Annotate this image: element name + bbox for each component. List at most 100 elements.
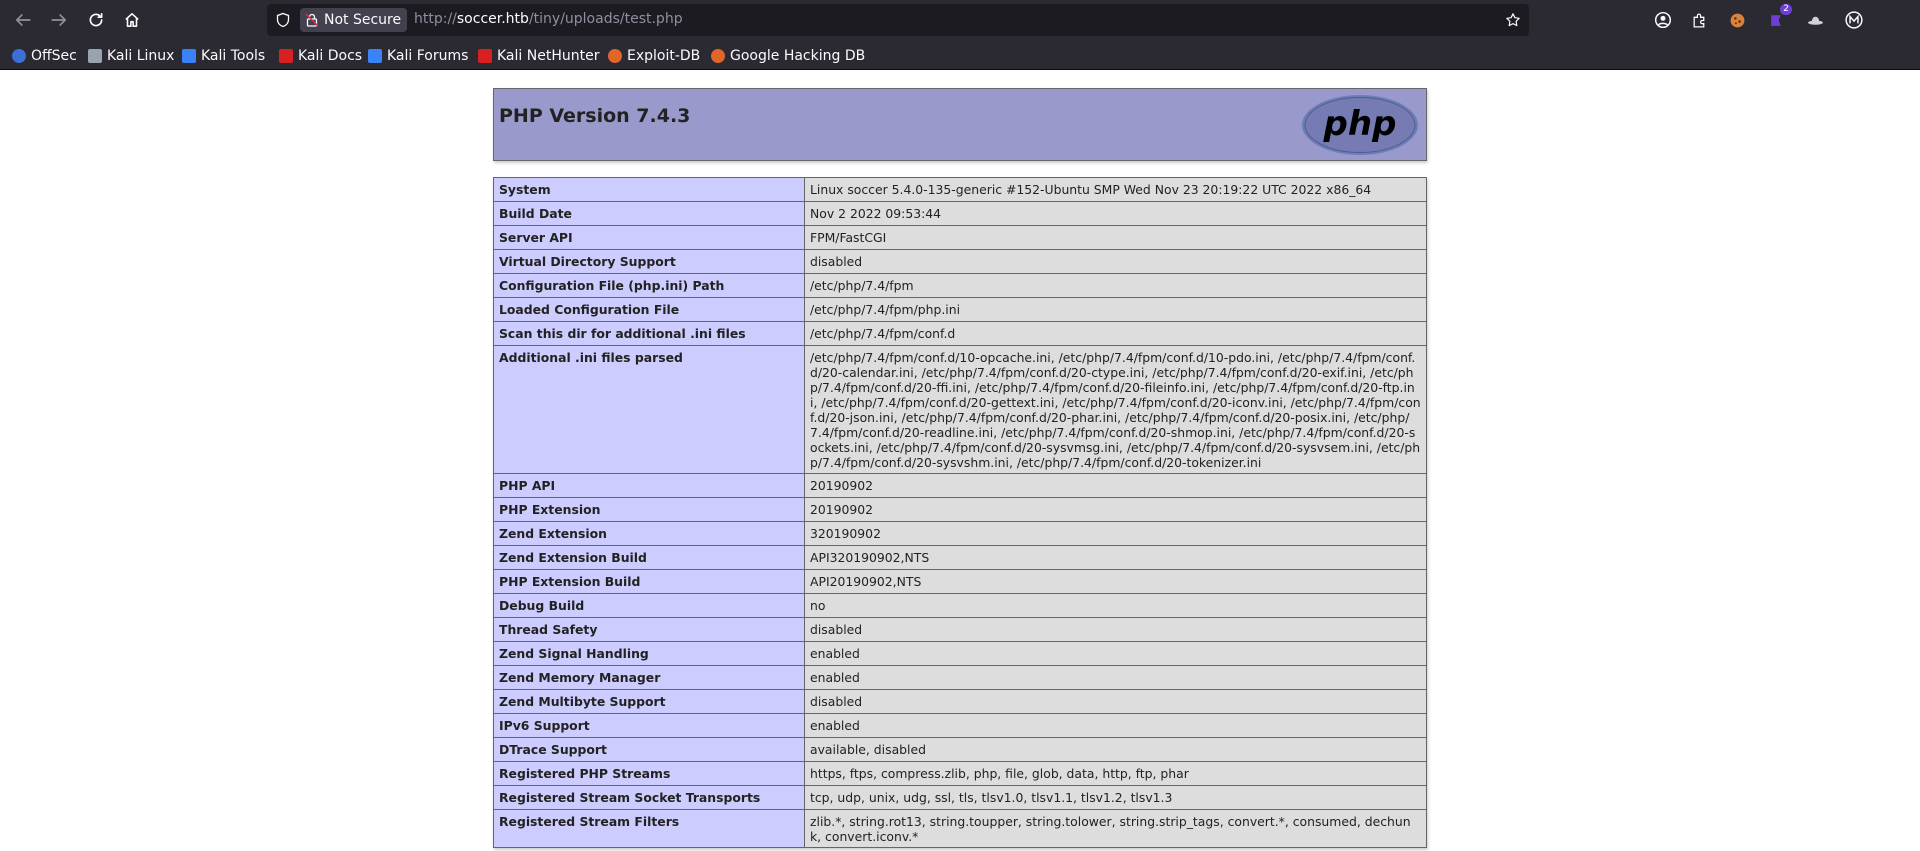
kali-nethunter-icon (478, 48, 492, 63)
page-content: PHP Version 7.4.3 php System Linux soccer… (0, 71, 1920, 851)
php-logo[interactable]: php (1300, 93, 1420, 157)
table-row: Zend Extension Build API320190902,NTS (493, 545, 1427, 570)
directive-value: /etc/php/7.4/fpm/conf.d (804, 321, 1427, 346)
table-row: Zend Multibyte Support disabled (493, 689, 1427, 714)
directive-value: 320190902 (804, 521, 1427, 546)
table-row: Build Date Nov 2 2022 09:53:44 (493, 201, 1427, 226)
table-row: Thread Safety disabled (493, 617, 1427, 642)
directive-name: Zend Extension (493, 521, 805, 546)
hat-extension-icon[interactable] (1805, 10, 1825, 30)
bookmark-kali-linux[interactable]: Kali Linux (88, 46, 174, 65)
arrow-left-icon (15, 14, 31, 26)
tracking-protection-shield-icon[interactable] (275, 12, 291, 28)
table-row: IPv6 Support enabled (493, 713, 1427, 738)
directive-value: enabled (804, 713, 1427, 738)
bookmark-exploit-db[interactable]: Exploit-DB (608, 46, 700, 65)
bookmark-offsec[interactable]: OffSec (12, 46, 77, 65)
bookmark-label: Exploit-DB (627, 47, 701, 64)
google-hacking-db-icon (711, 48, 725, 63)
directive-name: Build Date (493, 201, 805, 226)
table-row: Zend Extension 320190902 (493, 521, 1427, 546)
lock-insecure-icon (305, 13, 319, 27)
bookmark-kali-tools[interactable]: Kali Tools (182, 46, 265, 65)
table-row: Loaded Configuration File/etc/php/7.4/fp… (493, 297, 1427, 322)
directive-value: tcp, udp, unix, udg, ssl, tls, tlsv1.0, … (804, 785, 1427, 810)
table-row: PHP Extension 20190902 (493, 497, 1427, 522)
directive-value: /etc/php/7.4/fpm/php.ini (804, 297, 1427, 322)
bookmark-label: Google Hacking DB (730, 47, 866, 64)
bookmark-google-hacking-db[interactable]: Google Hacking DB (711, 46, 865, 65)
directive-name: System (493, 177, 805, 202)
php-logo-text: php (1323, 104, 1397, 144)
directive-value: enabled (804, 665, 1427, 690)
home-icon (125, 13, 139, 27)
bookmark-kali-forums[interactable]: Kali Forums (368, 46, 468, 65)
bookmark-label: Kali Tools (201, 47, 266, 64)
extensions-puzzle-icon[interactable] (1689, 10, 1709, 30)
extension-badge: 2 (1780, 4, 1792, 15)
directive-name: IPv6 Support (493, 713, 805, 738)
directive-value: Linux soccer 5.4.0-135-generic #152-Ubun… (804, 177, 1427, 202)
table-row: PHP API 20190902 (493, 473, 1427, 498)
bookmark-star-icon[interactable] (1505, 12, 1521, 28)
security-indicator[interactable]: Not Secure (300, 8, 408, 32)
directive-value: https, ftps, compress.zlib, php, file, g… (804, 761, 1427, 786)
directive-name: Zend Multibyte Support (493, 689, 805, 714)
url-text[interactable]: http://soccer.htb/tiny/uploads/test.php (414, 11, 683, 27)
directive-name: Scan this dir for additional .ini files (493, 321, 805, 346)
directive-value: /etc/php/7.4/fpm (804, 273, 1427, 298)
exploit-db-icon (608, 48, 622, 63)
table-row: Configuration File (php.ini) Path/etc/ph… (493, 273, 1427, 298)
directive-value: 20190902 (804, 497, 1427, 522)
bookmark-label: Kali Forums (387, 47, 469, 64)
directive-value: disabled (804, 617, 1427, 642)
bookmark-label: Kali Docs (298, 47, 363, 64)
bookmarks-toolbar: OffSec Kali Linux Kali Tools Kali Docs K… (0, 41, 1920, 70)
directive-value: 20190902 (804, 473, 1427, 498)
directive-value: available, disabled (804, 737, 1427, 762)
table-row: System Linux soccer 5.4.0-135-generic #15… (493, 177, 1427, 202)
wappalyzer-extension-icon[interactable] (1844, 10, 1864, 30)
back-button[interactable] (6, 3, 40, 37)
table-row: DTrace Support available, disabled (493, 737, 1427, 762)
security-label: Not Secure (324, 12, 402, 28)
forward-button[interactable] (42, 3, 76, 37)
offsec-icon (12, 48, 26, 63)
table-row: Virtual Directory Support disabled (493, 249, 1427, 274)
directive-value: disabled (804, 249, 1427, 274)
directive-name: Additional .ini files parsed (493, 345, 805, 474)
reload-button[interactable] (79, 3, 113, 37)
url-bar[interactable]: Not Secure http://soccer.htb/tiny/upload… (267, 4, 1529, 36)
home-button[interactable] (115, 3, 149, 37)
account-icon[interactable] (1653, 10, 1673, 30)
directive-name: PHP Extension Build (493, 569, 805, 594)
kali-forums-icon (368, 48, 382, 63)
table-row: Registered Stream Socket Transports tcp, … (493, 785, 1427, 810)
directive-name: PHP Extension (493, 497, 805, 522)
directive-name: Virtual Directory Support (493, 249, 805, 274)
directive-value: API20190902,NTS (804, 569, 1427, 594)
kali-docs-icon (279, 48, 293, 63)
table-row: Zend Memory Manager enabled (493, 665, 1427, 690)
directive-name: Debug Build (493, 593, 805, 618)
directive-value: FPM/FastCGI (804, 225, 1427, 250)
directive-value: API320190902,NTS (804, 545, 1427, 570)
directive-value: Nov 2 2022 09:53:44 (804, 201, 1427, 226)
bookmark-kali-nethunter[interactable]: Kali NetHunter (478, 46, 599, 65)
cookie-extension-icon[interactable] (1727, 10, 1747, 30)
directive-name: Registered Stream Socket Transports (493, 785, 805, 810)
kali-tools-icon (182, 48, 196, 63)
url-path: /tiny/uploads/test.php (528, 11, 683, 27)
reload-icon (89, 12, 103, 27)
url-host: soccer.htb (456, 11, 529, 27)
foxyproxy-extension-icon[interactable]: 2 (1766, 4, 1792, 30)
bookmark-kali-docs[interactable]: Kali Docs (279, 46, 362, 65)
bookmark-label: Kali NetHunter (497, 47, 600, 64)
directive-name: Server API (493, 225, 805, 250)
directive-name: Registered Stream Filters (493, 809, 805, 848)
table-row: Server API FPM/FastCGI (493, 225, 1427, 250)
directive-name: Thread Safety (493, 617, 805, 642)
directive-name: DTrace Support (493, 737, 805, 762)
directive-value: enabled (804, 641, 1427, 666)
bookmark-label: OffSec (31, 47, 77, 64)
